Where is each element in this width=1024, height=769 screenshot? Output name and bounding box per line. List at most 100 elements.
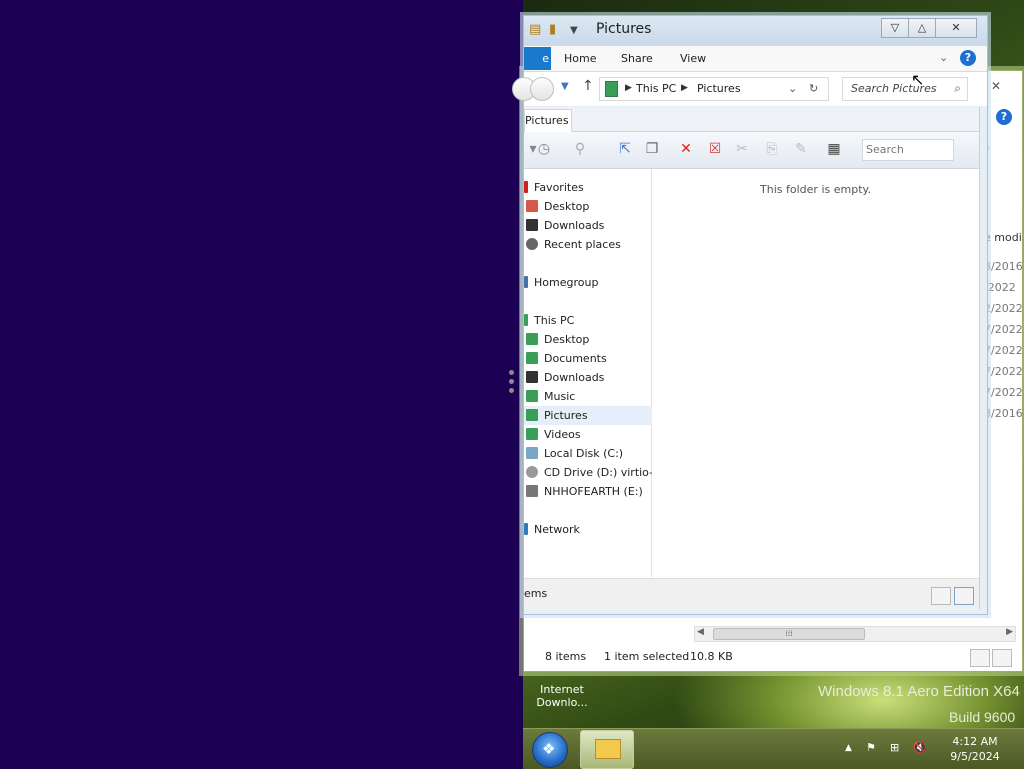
scroll-right-arrow-icon[interactable]: ▶ [1006, 627, 1013, 637]
this-pc-icon [605, 81, 618, 97]
windows-logo-icon: ❖ [542, 740, 556, 758]
recent-locations-dropdown-icon[interactable]: ▼ [561, 81, 569, 92]
new-folder-icon[interactable]: ▮ [549, 22, 556, 38]
start-button[interactable]: ❖ [532, 732, 568, 768]
filter-icon[interactable]: ⚲ [571, 140, 589, 158]
inner-tab-strip: Pictures [524, 107, 979, 132]
nav-this-pc[interactable]: This PC [524, 311, 574, 330]
nav-cd-drive[interactable]: CD Drive (D:) virtio-wi [526, 463, 665, 482]
expand-ribbon-icon[interactable]: ⌄ [939, 51, 948, 64]
downloads-icon [526, 371, 538, 383]
nav-favorites[interactable]: Favorites [524, 178, 584, 197]
nav-desktop[interactable]: Desktop [526, 330, 589, 349]
title-bar[interactable]: ▤ ▮ ▼ Pictures ▽ △ ✕ [524, 16, 987, 46]
delete-permanently-icon[interactable]: ☒ [706, 140, 724, 158]
nav-downloads[interactable]: Downloads [526, 368, 604, 387]
desktop-icon [526, 200, 538, 212]
paste-icon[interactable]: ⎘ [763, 140, 781, 158]
breadcrumb-this-pc[interactable]: This PC [636, 82, 676, 95]
nav-pictures[interactable]: Pictures [524, 406, 653, 425]
back-window-status-bar: 8 items 1 item selected 10.8 KB [524, 647, 1022, 669]
cut-icon[interactable]: ✂ [733, 140, 751, 158]
back-window-close-button[interactable]: ✕ [986, 79, 1006, 93]
mouse-pointer-icon: ↖ [911, 70, 925, 89]
tab-share[interactable]: Share [621, 52, 653, 65]
windows-edition-text: Windows 8.1 Aero Edition X64 [818, 683, 1020, 700]
delete-icon[interactable]: ✕ [677, 140, 695, 158]
details-view-button[interactable] [970, 649, 990, 667]
minimize-button[interactable]: ▽ [881, 18, 909, 38]
selection-size: 10.8 KB [690, 650, 733, 663]
up-arrow-icon[interactable]: ↑ [582, 78, 594, 94]
date-cell: 7/2022 [984, 386, 1023, 399]
refresh-icon[interactable]: ↻ [809, 82, 818, 95]
cd-drive-icon [526, 466, 538, 478]
nav-videos[interactable]: Videos [526, 425, 581, 444]
network-tray-icon[interactable]: ⊞ [890, 741, 899, 754]
action-center-flag-icon[interactable]: ⚑ [866, 741, 876, 754]
date-modified-header[interactable]: e modi [984, 231, 1024, 252]
nav-homegroup[interactable]: Homegroup [524, 273, 598, 292]
properties-icon[interactable]: ▤ [529, 22, 541, 38]
videos-icon [526, 428, 538, 440]
search-box[interactable]: Search Pictures ⌕ [842, 77, 968, 101]
taskbar-file-explorer-button[interactable] [580, 730, 634, 769]
close-button[interactable]: ✕ [935, 18, 977, 38]
breadcrumb-chevron-icon[interactable]: ▶ [681, 83, 688, 93]
date-cell: 2/2022 [984, 302, 1023, 315]
history-icon[interactable]: ◷ [535, 140, 553, 158]
nav-recent-places[interactable]: Recent places [526, 235, 621, 254]
help-icon[interactable]: ? [960, 50, 976, 66]
nav-music[interactable]: Music [526, 387, 575, 406]
tab-home[interactable]: Home [564, 52, 596, 65]
copy-to-icon[interactable]: ❐ [643, 140, 661, 158]
scrollbar-thumb[interactable]: ⁞⁞⁞ [713, 628, 865, 640]
forward-button[interactable] [530, 77, 554, 101]
nav-local-disk[interactable]: Local Disk (C:) [526, 444, 623, 463]
date-cell: 7/2022 [984, 365, 1023, 378]
nav-favorites-desktop[interactable]: Desktop [526, 197, 589, 216]
scroll-left-arrow-icon[interactable]: ◀ [697, 627, 704, 637]
window-title: Pictures [596, 21, 652, 37]
pictures-explorer-window[interactable]: ▤ ▮ ▼ Pictures ▽ △ ✕ e Home Share View ⌄… [512, 15, 988, 615]
address-dropdown-icon[interactable]: ⌄ [788, 82, 797, 95]
file-tab[interactable]: e [524, 47, 551, 70]
content-area: Pictures ▾ ◷ ⚲ ⇱ ❐ ✕ ☒ ✂ ⎘ ✎ ▦ Search Fa… [524, 107, 980, 610]
nav-network[interactable]: Network [524, 520, 580, 539]
large-icons-view-button[interactable] [954, 587, 974, 605]
customize-dropdown-icon[interactable]: ▼ [570, 25, 578, 41]
back-window-help-icon[interactable]: ? [996, 109, 1012, 125]
maximize-button[interactable]: △ [908, 18, 936, 38]
system-clock[interactable]: 4:12 AM 9/5/2024 [943, 734, 1007, 764]
tab-pictures[interactable]: Pictures [524, 109, 572, 132]
move-to-icon[interactable]: ⇱ [616, 140, 634, 158]
horizontal-scrollbar[interactable]: ◀ ⁞⁞⁞ ▶ [694, 626, 1016, 642]
network-icon [524, 523, 528, 535]
details-view-button[interactable] [931, 587, 951, 605]
breadcrumb-chevron-icon[interactable]: ▶ [625, 83, 632, 93]
homegroup-icon [524, 276, 528, 288]
nav-documents[interactable]: Documents [526, 349, 607, 368]
favorites-star-icon [524, 181, 528, 193]
toolbar-search-field[interactable]: Search [862, 139, 954, 161]
address-bar[interactable]: ▶ This PC ▶ Pictures ⌄ ↻ [599, 77, 829, 101]
file-list-pane[interactable]: This folder is empty. [652, 169, 979, 577]
breadcrumb-pictures[interactable]: Pictures [697, 82, 741, 95]
date-cell: 7/2022 [984, 344, 1023, 357]
nav-favorites-downloads[interactable]: Downloads [526, 216, 604, 235]
rename-icon[interactable]: ✎ [792, 140, 810, 158]
item-count: 8 items [545, 650, 587, 663]
desktop-icon-internet-download[interactable]: Internet Downlo... [531, 683, 593, 709]
show-hidden-icons-button[interactable]: ▲ [845, 743, 852, 753]
tab-view[interactable]: View [680, 52, 706, 65]
volume-muted-icon[interactable]: 🔇 [913, 741, 927, 754]
snap-splitter-handle[interactable] [505, 366, 517, 402]
date-cell: 8/2016 [984, 260, 1023, 273]
nav-removable-drive[interactable]: NHHOFEARTH (E:) [526, 482, 643, 501]
documents-icon [526, 352, 538, 364]
toolbar-search-input[interactable]: Search [866, 143, 904, 156]
large-icons-view-button[interactable] [992, 649, 1012, 667]
search-icon[interactable]: ⌕ [954, 81, 961, 96]
view-options-icon[interactable]: ▦ [825, 140, 843, 158]
downloads-icon [526, 219, 538, 231]
